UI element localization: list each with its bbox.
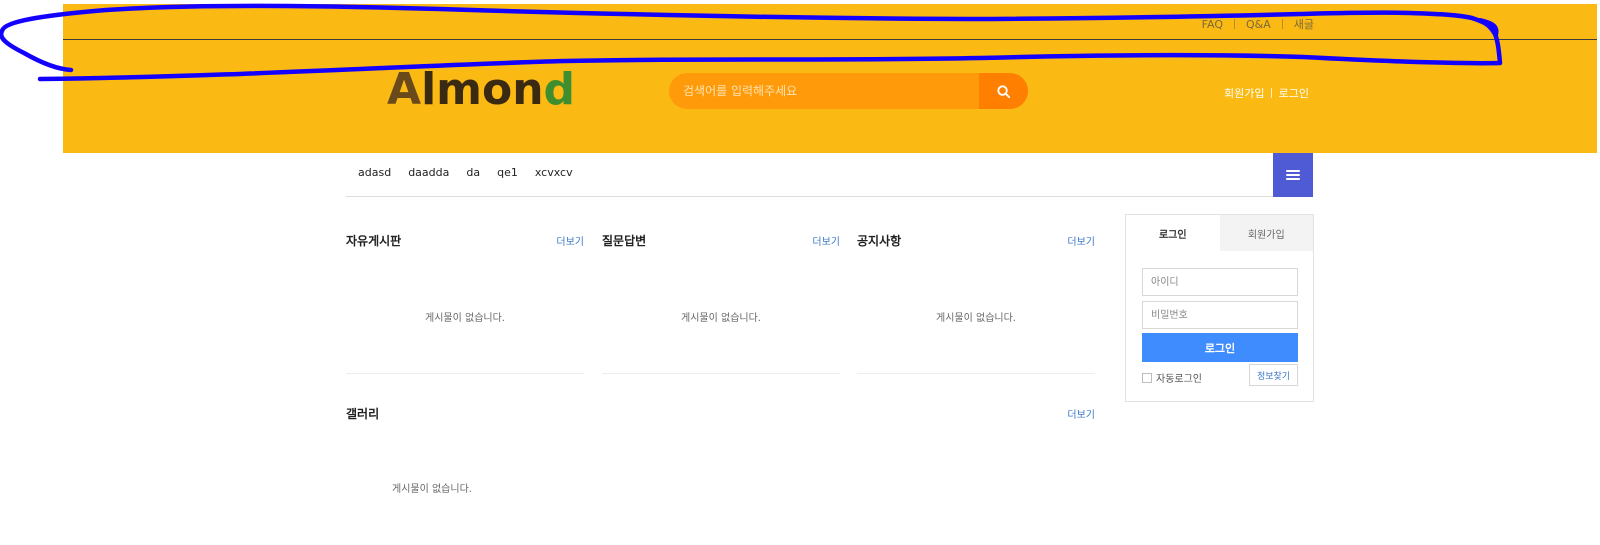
notice-board-title: 공지사항 <box>857 234 902 248</box>
auto-login-option[interactable]: 자동로그인 <box>1142 370 1202 385</box>
qa-board: 질문답변 더보기 게시물이 없습니다. <box>602 220 840 374</box>
notice-board: 공지사항 더보기 게시물이 없습니다. <box>857 220 1095 374</box>
hamburger-line <box>1286 170 1300 172</box>
notice-board-more-link[interactable]: 더보기 <box>1067 233 1095 248</box>
password-input[interactable] <box>1142 301 1298 329</box>
category-item[interactable]: adasd <box>358 166 391 179</box>
hamburger-line <box>1286 178 1300 180</box>
gallery-board: 갤러리 더보기 게시물이 없습니다. <box>346 395 1095 510</box>
top-divider <box>63 39 1597 40</box>
search-input[interactable] <box>669 73 979 109</box>
gallery-board-more-link[interactable]: 더보기 <box>1067 406 1095 421</box>
signup-tab[interactable]: 회원가입 <box>1219 215 1313 251</box>
qa-board-empty-message: 게시물이 없습니다. <box>681 313 761 324</box>
site-logo[interactable]: Almond <box>387 66 585 114</box>
free-board-empty-message: 게시물이 없습니다. <box>425 313 505 324</box>
logo-middle-text: lmon <box>421 64 544 115</box>
auto-login-label: 자동로그인 <box>1156 374 1202 385</box>
search-icon <box>997 84 1011 98</box>
category-list: adasd daadda da qe1 xcvxcv <box>358 166 573 179</box>
qa-link[interactable]: Q&A <box>1246 18 1271 31</box>
gallery-empty-message: 게시물이 없습니다. <box>392 484 472 495</box>
new-posts-link[interactable]: 새글 <box>1294 16 1314 32</box>
free-board-title: 자유게시판 <box>346 234 402 248</box>
top-link-separator <box>1233 19 1235 29</box>
qa-board-more-link[interactable]: 더보기 <box>812 233 840 248</box>
logo-letter-a: A <box>387 64 422 115</box>
category-navigation: adasd daadda da qe1 xcvxcv <box>346 153 1313 197</box>
category-item[interactable]: daadda <box>408 166 449 179</box>
hamburger-line <box>1286 174 1300 176</box>
faq-link[interactable]: FAQ <box>1202 18 1223 31</box>
login-widget: 로그인 회원가입 로그인 자동로그인 정보찾기 <box>1125 214 1314 402</box>
checkbox-icon[interactable] <box>1142 372 1152 383</box>
qa-board-title: 질문답변 <box>602 234 647 248</box>
category-item[interactable]: da <box>466 166 480 179</box>
find-info-button[interactable]: 정보찾기 <box>1249 364 1298 386</box>
login-submit-button[interactable]: 로그인 <box>1142 333 1298 362</box>
login-tab[interactable]: 로그인 <box>1126 215 1220 251</box>
hamburger-icon <box>1286 170 1300 180</box>
top-utility-links: FAQ Q&A 새글 <box>1202 16 1314 32</box>
web-page: FAQ Q&A 새글 Almond 회원가입 로그인 adasd daadda … <box>0 0 1600 545</box>
menu-button[interactable] <box>1273 153 1313 197</box>
notice-board-empty-message: 게시물이 없습니다. <box>936 313 1016 324</box>
gallery-board-title: 갤러리 <box>346 407 380 421</box>
category-item[interactable]: qe1 <box>497 166 518 179</box>
category-item[interactable]: xcvxcv <box>535 166 573 179</box>
user-id-input[interactable] <box>1142 268 1298 296</box>
header-login-link[interactable]: 로그인 <box>1279 85 1309 101</box>
top-link-separator <box>1281 19 1283 29</box>
header-signup-link[interactable]: 회원가입 <box>1224 85 1264 101</box>
logo-letter-d: d <box>543 64 576 115</box>
free-board-more-link[interactable]: 더보기 <box>556 233 584 248</box>
header-auth-links: 회원가입 로그인 <box>1224 86 1309 100</box>
search-button[interactable] <box>979 73 1028 109</box>
search-bar <box>669 73 1028 109</box>
free-board: 자유게시판 더보기 게시물이 없습니다. <box>346 220 584 374</box>
login-tabs: 로그인 회원가입 <box>1126 215 1313 251</box>
